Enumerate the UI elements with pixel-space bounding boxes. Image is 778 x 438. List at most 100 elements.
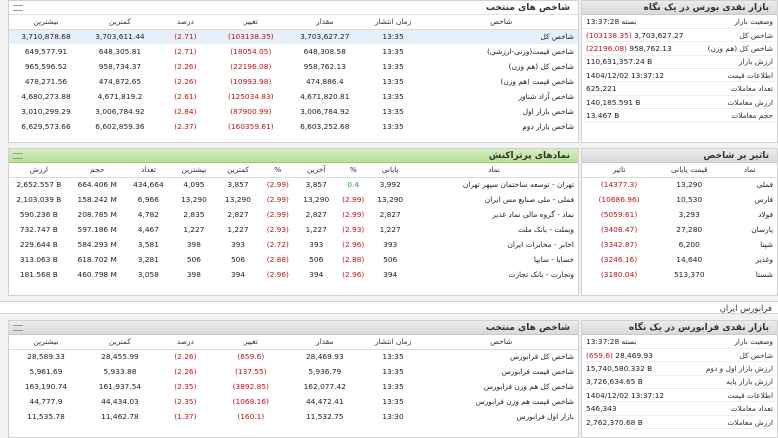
table-row[interactable]: (14377.3) 13,290 فملی — [582, 177, 777, 192]
table-row[interactable]: 28,589.33 28,455.99 (2.26) (659.6) 28,469.93… — [9, 349, 578, 364]
column-header[interactable]: ارزش — [9, 163, 69, 178]
table-row[interactable]: 2,103.039 B 158.242 M 6,966 13,290 13,290 (2.… — [9, 192, 578, 207]
table-row[interactable]: 5,961.69 5,933.88 (2.26) (137.55) 5,936.79 13… — [9, 364, 578, 379]
cell-cpct: (2.96) — [342, 240, 365, 249]
column-header[interactable]: آخرین — [296, 163, 337, 178]
column-header[interactable]: نماد — [722, 163, 777, 178]
table-row[interactable]: 478,271.56 474,872.65 (2.26) (10993.98) 474,… — [9, 74, 578, 89]
cell-name[interactable]: شاخص کل — [424, 29, 578, 44]
cell-name[interactable]: شاخص کل فرابورس — [424, 349, 578, 364]
column-header[interactable]: تغییر — [213, 335, 288, 350]
table-row[interactable]: 181.568 B 460.798 M 3,058 398 394 (2.96) 394 (2… — [9, 267, 578, 282]
column-header[interactable]: حجم — [68, 163, 126, 178]
glance-value: (22196.08) 958,762.13 — [582, 41, 696, 56]
column-header[interactable]: مقدار — [287, 335, 362, 350]
cell-name[interactable]: شاخص قیمت هم وزن فرابورس — [424, 394, 578, 409]
table-row[interactable]: 229.644 B 584.293 M 3,581 398 393 (2.72) 393 (2… — [9, 237, 578, 252]
table-row[interactable]: (3408.47) 27,280 پارسان — [582, 222, 777, 237]
table-row[interactable]: 590.236 B 208.785 M 4,782 2,835 2,827 (2.99) 2… — [9, 207, 578, 222]
cell-name[interactable]: شاخص آزاد شناور — [424, 89, 578, 104]
column-header[interactable]: تعداد — [125, 163, 172, 178]
glance-key: شاخص کل — [695, 28, 777, 43]
column-header[interactable]: تاثیر — [582, 163, 657, 178]
table-row[interactable]: 6,629,573.66 6,602,859.36 (2.37) (160359.61… — [9, 119, 578, 134]
cell-value: 958,762.13 — [303, 62, 346, 71]
table-row[interactable]: 2,652.557 B 664.406 M 434,664 4,095 3,857 (2.… — [9, 177, 578, 192]
column-header[interactable]: کمترین — [216, 163, 260, 178]
table-row[interactable]: 4,680,273.88 4,671,819.2 (2.61) (125034.83)… — [9, 89, 578, 104]
table-row[interactable]: 3,010,299.29 3,006,784.92 (2.84) (87900.99)… — [9, 104, 578, 119]
cell-sym[interactable]: وتجارت - بانک تجارت — [410, 267, 578, 282]
column-header[interactable]: تغییر — [213, 15, 288, 30]
table-row[interactable]: 965,596.52 958,734.37 (2.26) (22196.08) 958,… — [9, 59, 578, 74]
cell-symbol[interactable]: شستا — [722, 267, 777, 282]
cell-symbol[interactable]: پارسان — [722, 222, 777, 237]
table-row[interactable]: 649,577.91 648,305.81 (2.71) (18054.05) 648,… — [9, 44, 578, 59]
column-header[interactable]: % — [259, 163, 297, 178]
cell-sym[interactable]: خسایا - سایپا — [410, 252, 578, 267]
cell-sym[interactable]: تهران - توسعه ساختمان سپهر تهران — [410, 177, 578, 192]
table-row[interactable]: 44,777.9 44,434.03 (2.35) (1068.16) 44,472.4… — [9, 394, 578, 409]
table-row[interactable]: 163,190.74 161,937.54 (2.35) (3892.85) 162,0… — [9, 379, 578, 394]
table-row[interactable]: (5059.61) 3,293 فولاد — [582, 207, 777, 222]
column-header[interactable]: درصد — [156, 335, 214, 350]
cell-name[interactable]: بازار اول فرابورس — [424, 409, 578, 424]
column-header[interactable]: درصد — [156, 15, 214, 30]
glance-change: (103138.35) — [586, 30, 632, 40]
cell-name[interactable]: شاخص بازار دوم — [424, 119, 578, 134]
column-header[interactable]: % — [336, 163, 371, 178]
drag-handle-icon[interactable] — [13, 153, 23, 159]
column-header[interactable]: بیشترین — [9, 335, 83, 350]
table-row[interactable]: (3342.87) 6,200 شپنا — [582, 237, 777, 252]
column-header[interactable]: مقدار — [287, 15, 362, 30]
table-row[interactable]: (3246.16) 14,640 وغدیر — [582, 252, 777, 267]
cell-close: 13,290 — [377, 195, 404, 204]
table-row[interactable]: 11,535.78 11,462.78 (1.37) (160.1) 11,532.75… — [9, 409, 578, 424]
cell-name[interactable]: شاخص قیمت (هم وزن) — [424, 74, 578, 89]
column-header[interactable]: بیشترین — [171, 163, 217, 178]
cell-change: (10993.98) — [230, 77, 272, 86]
cell-sym[interactable]: اخابر - مخابرات ایران — [410, 237, 578, 252]
table-row[interactable]: 732.747 B 597.186 M 4,467 1,227 1,227 (2.93) 1… — [9, 222, 578, 237]
column-header[interactable]: قیمت پایانی — [656, 163, 723, 178]
column-header[interactable]: نماد — [410, 163, 578, 178]
cell-max: 6,629,573.66 — [21, 122, 71, 131]
cell-cpct: (2.99) — [342, 195, 365, 204]
column-header[interactable]: پایانی — [370, 163, 411, 178]
column-header[interactable]: زمان انتشار — [361, 335, 425, 350]
drag-handle-icon[interactable] — [13, 325, 23, 331]
column-header[interactable]: شاخص — [424, 15, 578, 30]
table-row[interactable]: 3,710,878.68 3,703,611.44 (2.71) (103138.35… — [9, 29, 578, 44]
cell-val: 2,103.039 B — [16, 195, 62, 204]
glance-value: 13.467 B — [582, 108, 696, 123]
cell-name[interactable]: شاخص بازار اول — [424, 104, 578, 119]
cell-time: 13:35 — [361, 29, 425, 44]
column-header[interactable]: بیشترین — [9, 15, 83, 30]
cell-max: 5,961.69 — [29, 367, 63, 376]
cell-name[interactable]: شاخص کل هم وزن فرابورس — [424, 379, 578, 394]
table-row[interactable]: 313.063 B 618.702 M 3,281 506 506 (2.88) 506 (2… — [9, 252, 578, 267]
glance-row: 110,631,357.24 B ارزش بازار — [582, 55, 777, 70]
column-header[interactable]: زمان انتشار — [361, 15, 425, 30]
table-row[interactable]: (10686.96) 10,530 فارس — [582, 192, 777, 207]
drag-handle-icon[interactable] — [13, 5, 23, 11]
cell-sym[interactable]: وبملت - بانک ملت — [410, 222, 578, 237]
cell-symbol[interactable]: فولاد — [722, 207, 777, 222]
column-header[interactable]: کمترین — [82, 335, 157, 350]
table-row[interactable]: (3180.04) 513,370 شستا — [582, 267, 777, 282]
cell-min: 958,734.37 — [98, 62, 142, 71]
cell-symbol[interactable]: فملی — [722, 177, 777, 192]
cell-name[interactable]: شاخص قیمت(وزنی-ارزشی) — [424, 44, 578, 59]
glance-value-text: 1404/12/02 13:37:12 — [586, 390, 665, 400]
cell-symbol[interactable]: فارس — [722, 192, 777, 207]
column-header[interactable]: شاخص — [424, 335, 578, 350]
cell-name[interactable]: شاخص قیمت فرابورس — [424, 364, 578, 379]
cell-symbol[interactable]: وغدیر — [722, 252, 777, 267]
cell-sym[interactable]: فملی - ملی صنایع مس ایران — [410, 192, 578, 207]
cell-value: 44,472.41 — [305, 397, 344, 406]
cell-symbol[interactable]: شپنا — [722, 237, 777, 252]
column-header[interactable]: کمترین — [82, 15, 157, 30]
cell-name[interactable]: شاخص کل (هم وزن) — [424, 59, 578, 74]
cell-sym[interactable]: نماد - گروه مالی نماد غدیر — [410, 207, 578, 222]
cell-lpct: (2.96) — [266, 270, 289, 279]
